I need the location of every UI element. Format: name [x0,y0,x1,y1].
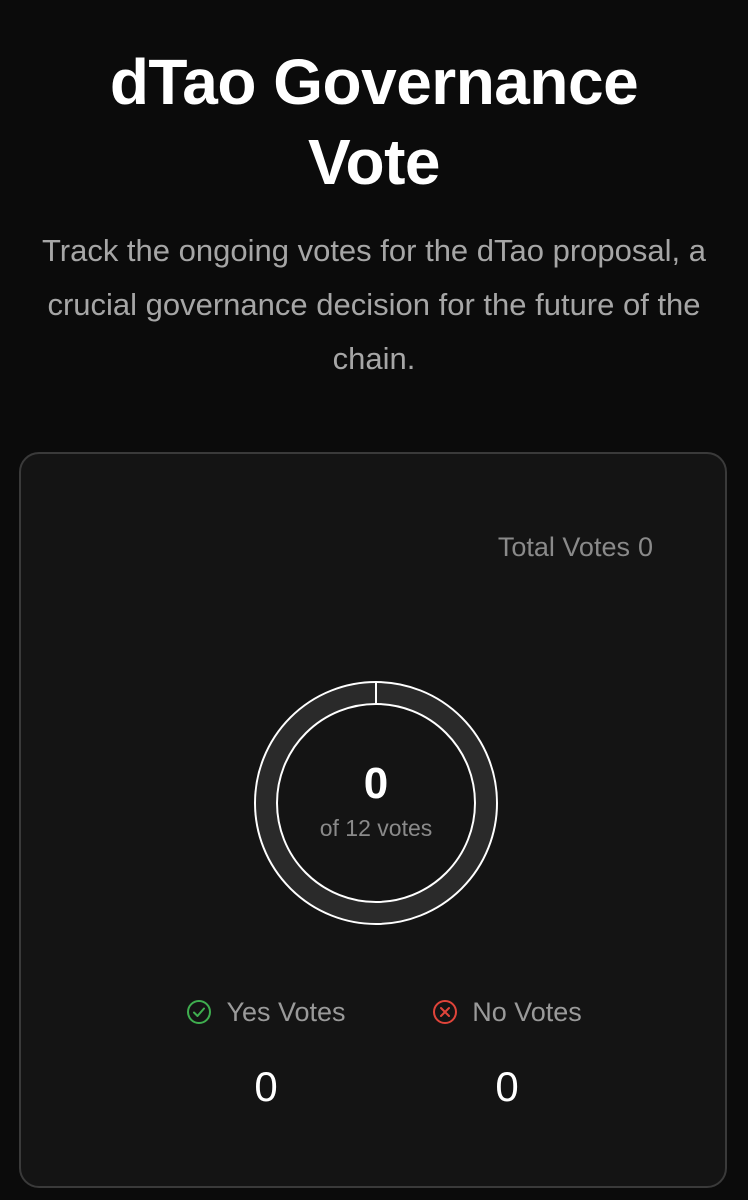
x-circle-icon [432,999,458,1025]
yes-votes-value: 0 [254,1063,278,1110]
yes-votes-label: Yes Votes [226,996,346,1027]
page-subtitle: Track the ongoing votes for the dTao pro… [41,233,707,376]
votes-cast-count: 0 [363,759,389,808]
total-votes: Total Votes 0 [498,532,653,563]
page-title: dTao Governance Vote [109,46,639,198]
vote-progress-ring: 0 of 12 votes [253,680,499,926]
vote-summary-card: Total Votes0 0 of 12 votes Yes Votes 0 [19,452,727,1188]
no-votes-stat: No Votes 0 [387,992,627,1112]
check-circle-icon [186,999,212,1025]
no-votes-value: 0 [495,1063,519,1110]
vote-progress-center: 0 of 12 votes [253,680,499,926]
yes-votes-stat: Yes Votes 0 [146,992,386,1112]
votes-required-label: of 12 votes [319,815,433,841]
total-votes-value: 0 [637,532,653,562]
total-votes-label: Total Votes [497,532,630,562]
no-votes-label: No Votes [472,996,582,1027]
